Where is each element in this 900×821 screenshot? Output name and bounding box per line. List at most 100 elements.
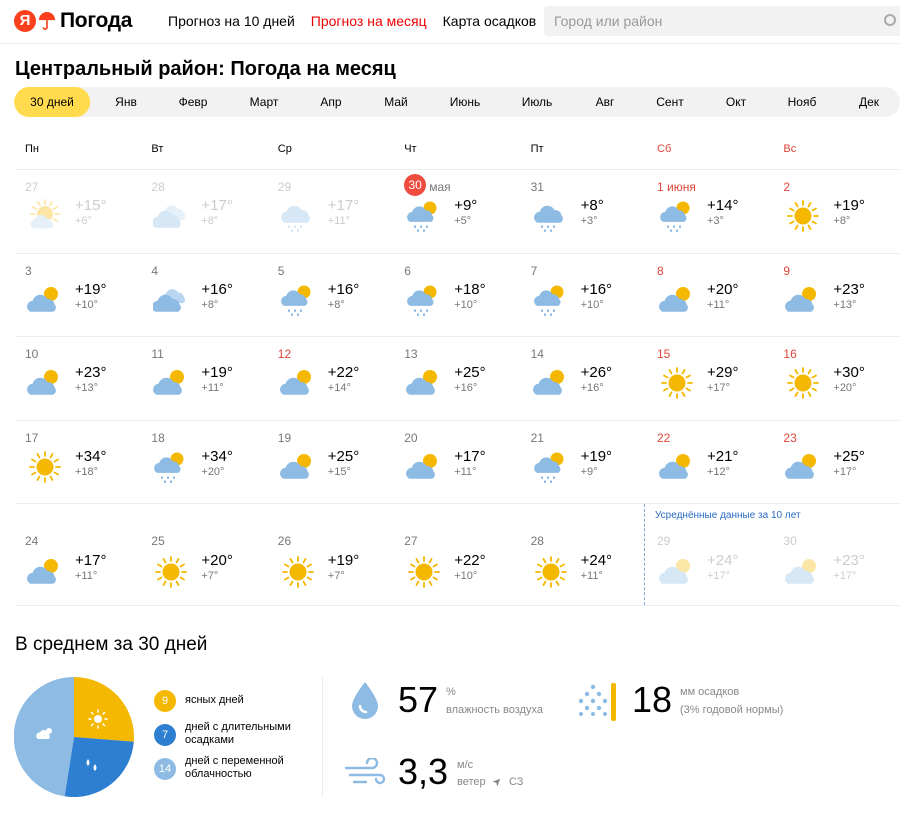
tab-month-5[interactable]: Май [384, 87, 408, 117]
day-cell[interactable]: 3 +19° +10° [15, 254, 141, 337]
day-cell[interactable]: 20 +17° +11° [394, 421, 520, 504]
legend-count-badge: 9 [154, 690, 176, 712]
day-cell[interactable]: 17 +34° +18° [15, 421, 141, 504]
pie-clear-days [74, 677, 134, 742]
day-cell[interactable]: 27 +22° +10° [394, 504, 520, 605]
temp-max: +17° [454, 447, 486, 465]
temp-min: +11° [454, 465, 477, 478]
wind-value: 3,3 [398, 751, 449, 792]
day-cell[interactable]: 15 +29° +17° [647, 337, 773, 420]
day-date: 5 [277, 263, 285, 278]
temp-max: +25° [833, 447, 865, 465]
day-cell[interactable]: 29 +17° +11° [268, 170, 394, 253]
logo[interactable]: Я Погода [14, 9, 132, 33]
day-cell[interactable]: 9 +23° +13° [773, 254, 899, 337]
month-tabs: 30 дней Янв Февр Март Апр Май Июнь Июль Авг Сент О… [14, 87, 900, 117]
sun-cloud-rain-icon [533, 452, 564, 483]
tab-month-12[interactable]: Дек [859, 87, 879, 117]
weekday-5: Сб [657, 143, 672, 155]
day-cell[interactable]: 14 +26° +16° [521, 337, 647, 420]
temp-max: +16° [201, 280, 233, 298]
day-cell[interactable]: 18 +34° +20° [141, 421, 267, 504]
summary-title: В среднем за 30 дней [15, 634, 208, 655]
day-cell[interactable]: 13 +25° +16° [394, 337, 520, 420]
nav-forecast-month[interactable]: Прогноз на месяц [311, 13, 427, 29]
day-cell[interactable]: 22 +21° +12° [647, 421, 773, 504]
sun-icon [88, 709, 108, 729]
day-date: 15 [657, 347, 671, 362]
day-month: мая [429, 180, 451, 195]
temp-min: +15° [327, 465, 351, 478]
tab-month-10[interactable]: Окт [726, 87, 746, 117]
temp-min: +8° [833, 215, 851, 227]
temp-min: +3° [707, 215, 724, 227]
day-temps: +29° +17° [707, 364, 738, 395]
weekday-2: Ср [277, 143, 292, 155]
umbrella-icon [38, 12, 56, 30]
day-cell[interactable]: 16 +30° +20° [773, 337, 899, 420]
day-cell[interactable]: 10 +23° +13° [15, 337, 141, 420]
day-temps: +20° +11° [707, 281, 738, 312]
search-input[interactable] [544, 6, 900, 36]
day-temps: +23° +13° [833, 281, 864, 312]
search-icon[interactable] [884, 14, 896, 26]
day-cell[interactable]: 1 июня +14° +3° [647, 170, 773, 253]
nav-precipitation-map[interactable]: Карта осадков [443, 13, 537, 29]
day-date: 31 [530, 180, 544, 194]
day-cell[interactable]: 11 +19° +11° [141, 337, 267, 420]
temp-max: +25° [454, 364, 486, 382]
day-cell[interactable]: 4 +16° +8° [141, 254, 267, 337]
legend-label-line: ясных дней [185, 694, 244, 706]
day-cell[interactable]: 25 +20° +7° [141, 504, 267, 605]
temp-min: +11° [327, 215, 351, 227]
day-cell[interactable]: 7 +16° +10° [521, 254, 647, 337]
tab-month-6[interactable]: Июнь [450, 87, 481, 117]
tab-month-8[interactable]: Авг [596, 87, 615, 117]
temp-min: +16° [580, 382, 604, 395]
sun-icon [281, 556, 314, 589]
sun-cloud-icon [27, 559, 58, 585]
tab-month-2[interactable]: Февр [179, 87, 208, 117]
tab-month-3[interactable]: Март [250, 87, 279, 117]
day-cell[interactable]: 28 +17° +8° [141, 170, 267, 253]
day-temps: +17° +11° [75, 552, 106, 583]
day-cell[interactable]: 19 +25° +15° [268, 421, 394, 504]
temp-min: +8° [201, 215, 219, 227]
temp-max: +16° [327, 280, 360, 298]
nav-forecast-10-days[interactable]: Прогноз на 10 дней [168, 13, 295, 29]
day-cell[interactable]: 12 +22° +14° [268, 337, 394, 420]
day-date: 16 [783, 347, 797, 362]
day-cell[interactable]: 31 +8° +3° [521, 170, 647, 253]
day-cell[interactable]: 23 +25° +17° [773, 421, 899, 504]
day-date: 25 [151, 534, 165, 549]
day-temps: +20° +7° [201, 552, 232, 583]
temp-min: +10° [454, 570, 478, 583]
day-cell[interactable]: 30 мая +9° +5° [394, 170, 520, 253]
day-cell[interactable]: 21 +19° +9° [521, 421, 647, 504]
day-cell[interactable]: 8 +20° +11° [647, 254, 773, 337]
day-cell[interactable]: 6 +18° +10° [394, 254, 520, 337]
tab-month-4[interactable]: Апр [320, 87, 341, 117]
day-cell[interactable]: 24 +17° +11° [15, 504, 141, 605]
wind-icon [344, 758, 386, 785]
day-cell[interactable]: 2 +19° +8° [773, 170, 899, 253]
sun-cloud-rain-icon [280, 285, 311, 316]
day-cell[interactable]: 27 +15° +6° [15, 170, 141, 253]
day-cell[interactable]: 26 +19° +7° [268, 504, 394, 605]
humidity-label: влажность воздуха [446, 704, 543, 716]
calendar-week: 24 +17° +11° 25 +20° +7° 26 +19° +7° 27 … [15, 504, 900, 607]
day-cell[interactable]: 28 +24° +11° [521, 504, 647, 605]
day-temps: +23° +13° [75, 364, 106, 395]
temp-max: +23° [75, 364, 107, 382]
day-cell[interactable]: 5 +16° +8° [268, 254, 394, 337]
day-temps: +9° +5° [454, 197, 477, 228]
precipitation-value: 18 [632, 679, 673, 720]
temp-min: +20° [833, 382, 857, 395]
tab-month-7[interactable]: Июль [522, 87, 553, 117]
tab-month-9[interactable]: Сент [656, 87, 683, 117]
day-date: 22 [657, 430, 671, 445]
temp-max: +20° [201, 552, 233, 570]
tab-month-11[interactable]: Нояб [788, 87, 817, 117]
tab-month-0[interactable]: 30 дней [14, 87, 90, 117]
tab-month-1[interactable]: Янв [115, 87, 137, 117]
